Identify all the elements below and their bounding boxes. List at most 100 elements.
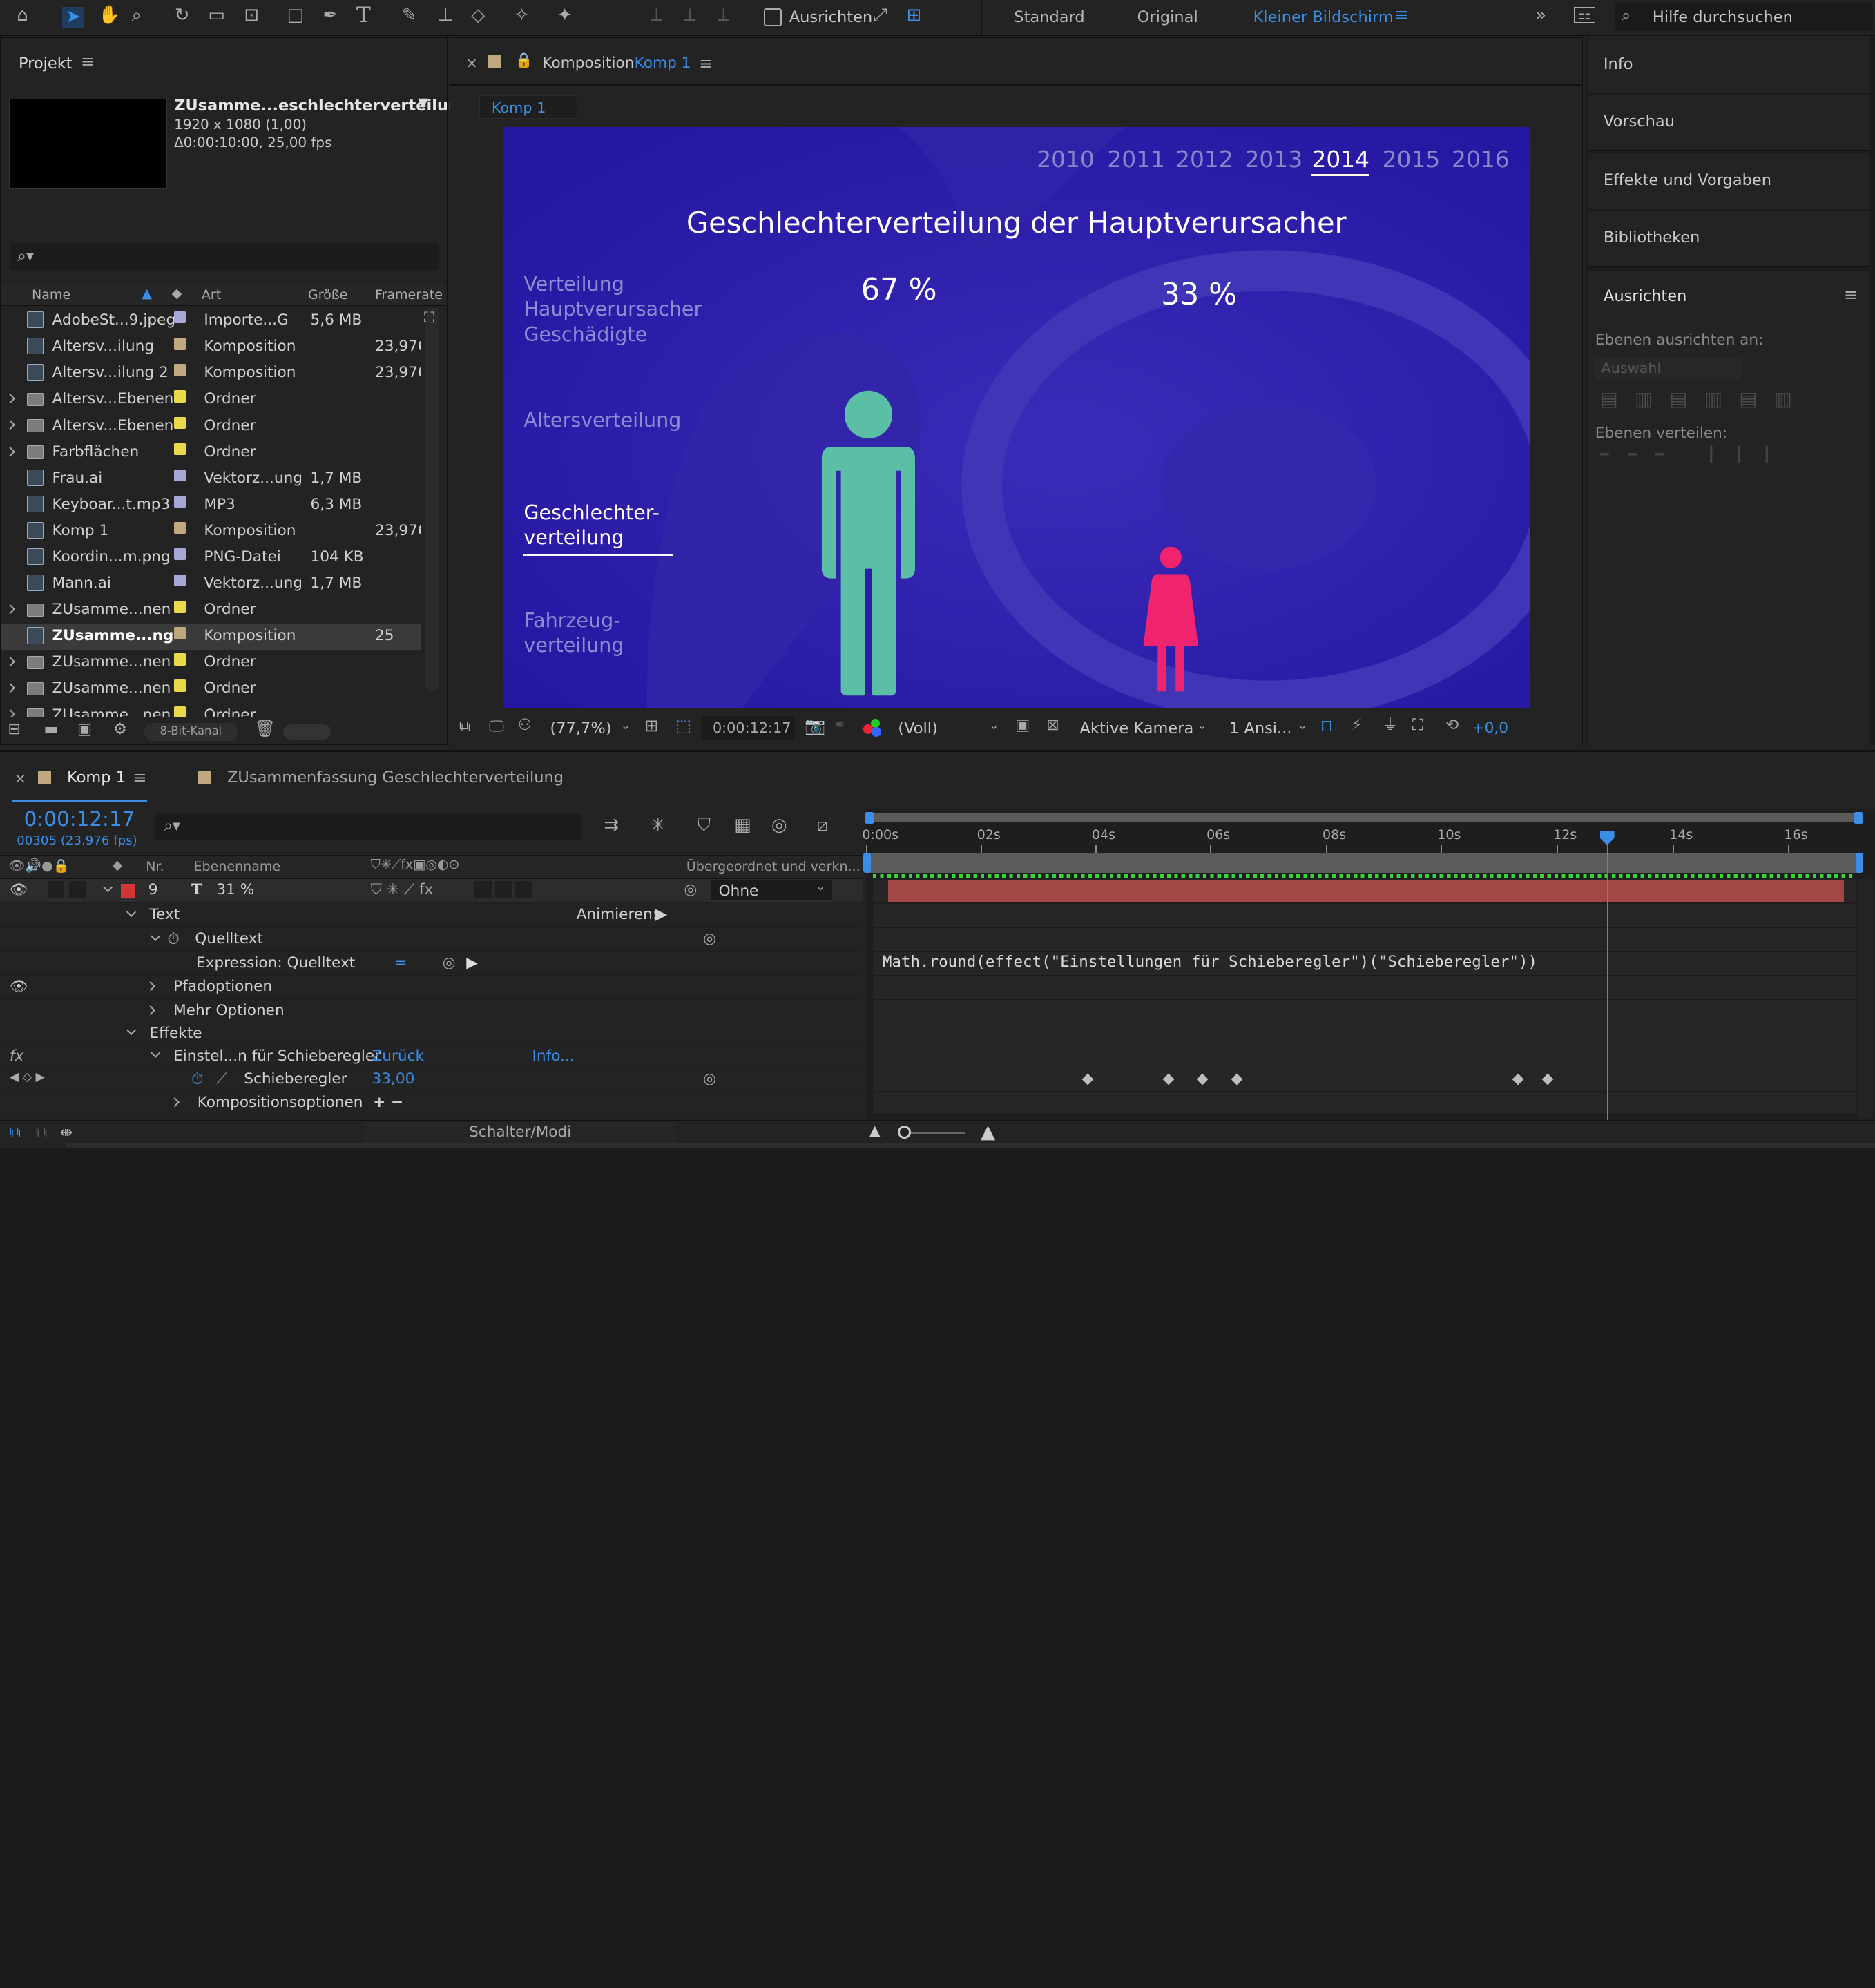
project-tab[interactable]: Projekt: [19, 55, 73, 73]
path-options-row[interactable]: 👁 Pfadoptionen: [0, 976, 864, 1000]
project-item-row[interactable]: Farbflächen Ordner: [1, 439, 421, 465]
nav-item[interactable]: Altersverteilung: [523, 407, 681, 432]
keyframe[interactable]: [1541, 1073, 1554, 1085]
project-item-row[interactable]: Mann.ai Vektorz...ung 1,7 MB: [1, 571, 421, 597]
label-color-swatch[interactable]: [174, 416, 186, 429]
more-options-row[interactable]: Mehr Optionen: [0, 1000, 864, 1024]
graph-icon[interactable]: ⟋: [216, 1070, 227, 1088]
panel-info[interactable]: Info: [1588, 37, 1871, 94]
label-column-icon[interactable]: ◆: [172, 286, 182, 301]
pickwhip-icon[interactable]: ◎: [703, 1070, 716, 1088]
stopwatch-active-icon[interactable]: ⏱: [191, 1070, 204, 1088]
keyframe[interactable]: [1162, 1073, 1175, 1085]
panel-bibliotheken[interactable]: Bibliotheken: [1588, 210, 1871, 267]
zoom-out-icon[interactable]: ▲: [869, 1122, 881, 1139]
align-buttons[interactable]: ▤▥▤▥▤▥: [1600, 387, 1858, 412]
project-item-row[interactable]: Komp 1 Komposition 23,976: [1, 519, 421, 545]
label-color-swatch[interactable]: [174, 601, 186, 613]
expand-arrow-icon[interactable]: [5, 709, 16, 717]
expression-language-menu-icon[interactable]: ▶: [466, 954, 478, 972]
year-2011[interactable]: 2011: [1107, 146, 1165, 173]
zoom-slider-thumb[interactable]: [898, 1126, 912, 1139]
col-type[interactable]: Art: [202, 287, 221, 302]
expression-row[interactable]: Expression: Quelltext = ◎ ▶: [0, 952, 864, 976]
interpret-footage-icon[interactable]: ⊟: [8, 722, 21, 737]
project-search-input[interactable]: ⌕▾: [10, 243, 439, 270]
snap-icon[interactable]: ⤢: [873, 6, 887, 25]
close-icon[interactable]: ×: [15, 770, 26, 786]
label-color-swatch[interactable]: [174, 706, 186, 717]
layer-9-track[interactable]: [872, 878, 1856, 903]
workspace-original[interactable]: Original: [1137, 8, 1198, 26]
axis-view-icon[interactable]: ⟂: [718, 6, 729, 25]
keyframe[interactable]: [1512, 1073, 1524, 1085]
chevron-down-icon[interactable]: ⌄: [989, 719, 999, 733]
project-scrollbar[interactable]: [425, 307, 440, 691]
puppet-tool-icon[interactable]: ✦: [557, 6, 573, 25]
roto-brush-icon[interactable]: ✧: [515, 6, 530, 25]
expand-arrow-icon[interactable]: [5, 394, 16, 404]
toggle-pixel-aspect-icon[interactable]: ⊓: [1320, 717, 1334, 734]
label-color-swatch[interactable]: [174, 653, 186, 666]
eraser-tool-icon[interactable]: ◇: [471, 6, 485, 25]
fx-icon[interactable]: fx: [10, 1048, 23, 1065]
project-item-row[interactable]: Altersv...ilung Komposition 23,976: [1, 334, 421, 360]
layer-duration-bar[interactable]: [888, 880, 1844, 902]
label-column-icon[interactable]: ◆: [113, 858, 123, 873]
col-size[interactable]: Größe: [308, 287, 348, 302]
stamp-tool-icon[interactable]: ⊥: [438, 6, 454, 25]
project-item-row[interactable]: ZUsamme...nen Ordner: [1, 702, 421, 717]
nav-item[interactable]: Geschlechter- verteilung: [523, 500, 660, 550]
selection-tool-icon[interactable]: ➤: [62, 7, 85, 28]
pickwhip-icon[interactable]: ◎: [703, 930, 716, 947]
layer-name[interactable]: 31 %: [216, 881, 254, 898]
draft-3d-icon[interactable]: ✳: [651, 816, 666, 835]
timeline-scrollbar[interactable]: [1858, 878, 1873, 1118]
animate-play-icon[interactable]: ▶: [655, 905, 667, 923]
current-time-display[interactable]: 0:00:12:17: [702, 716, 796, 740]
flowchart-icon[interactable]: ⛶: [1412, 717, 1423, 733]
region-of-interest-icon[interactable]: ⬚: [675, 717, 691, 734]
zoom-tool-icon[interactable]: ⌕: [131, 6, 142, 25]
resolution-dropdown[interactable]: (Voll): [898, 720, 937, 737]
more-workspaces-icon[interactable]: »: [1535, 6, 1546, 25]
graph-editor-icon[interactable]: ⧄: [817, 816, 829, 835]
home-icon[interactable]: ⌂: [17, 6, 28, 25]
label-color-swatch[interactable]: [174, 469, 186, 482]
workspace-small-screen[interactable]: Kleiner Bildschirm: [1253, 8, 1394, 26]
hand-tool-icon[interactable]: ✋: [98, 6, 120, 25]
fast-previews-icon[interactable]: ⚡: [1352, 717, 1363, 733]
panel-menu-icon[interactable]: ≡: [133, 767, 146, 787]
label-color-swatch[interactable]: [174, 679, 186, 692]
project-item-row[interactable]: Koordin...m.png PNG-Datei 104 KB: [1, 545, 421, 571]
mask-visibility-icon[interactable]: ⚇: [518, 717, 532, 733]
add-remove-icon[interactable]: + −: [373, 1094, 403, 1111]
keyframe-navigator-icon[interactable]: ◀ ◇ ▶: [10, 1070, 45, 1084]
project-item-row[interactable]: ZUsamme...nen Ordner: [1, 676, 421, 702]
col-framerate[interactable]: Framerate: [375, 287, 443, 302]
expression-pickwhip-icon[interactable]: ◎: [443, 954, 456, 972]
keyframe[interactable]: [1231, 1073, 1243, 1085]
col-name[interactable]: Name: [32, 287, 70, 302]
camera-tool-icon[interactable]: ▭: [208, 6, 225, 25]
project-item-row[interactable]: ZUsamme...nen Ordner: [1, 597, 421, 624]
label-color-swatch[interactable]: [174, 311, 186, 324]
type-tool-icon[interactable]: T: [356, 4, 371, 26]
exposure-value[interactable]: +0,0: [1472, 720, 1508, 737]
timeline-icon[interactable]: ⏚: [1383, 717, 1398, 733]
project-item-row[interactable]: ZUsamme...nen Ordner: [1, 650, 421, 676]
year-2016[interactable]: 2016: [1452, 146, 1510, 173]
year-2010[interactable]: 2010: [1037, 146, 1095, 173]
year-2012[interactable]: 2012: [1175, 146, 1233, 173]
composition-viewer[interactable]: 2010 2011 2012 2013 2014 2015 2016 Geschlechte…: [503, 126, 1530, 708]
parent-dropdown[interactable]: Ohne: [710, 880, 833, 900]
distribute-buttons[interactable]: ━━━ ┃┃┃: [1600, 446, 1858, 465]
color-channels-icon[interactable]: [863, 718, 883, 738]
motion-blur-icon[interactable]: ◎: [771, 816, 787, 835]
time-navigator[interactable]: [864, 811, 1863, 824]
brush-tool-icon[interactable]: ✎: [402, 6, 417, 25]
workspace-standard[interactable]: Standard: [1014, 8, 1084, 26]
show-snapshot-icon[interactable]: ⚭: [834, 717, 847, 733]
project-settings-icon[interactable]: ⚙: [113, 722, 127, 737]
pickwhip-icon[interactable]: ◎: [684, 881, 697, 898]
